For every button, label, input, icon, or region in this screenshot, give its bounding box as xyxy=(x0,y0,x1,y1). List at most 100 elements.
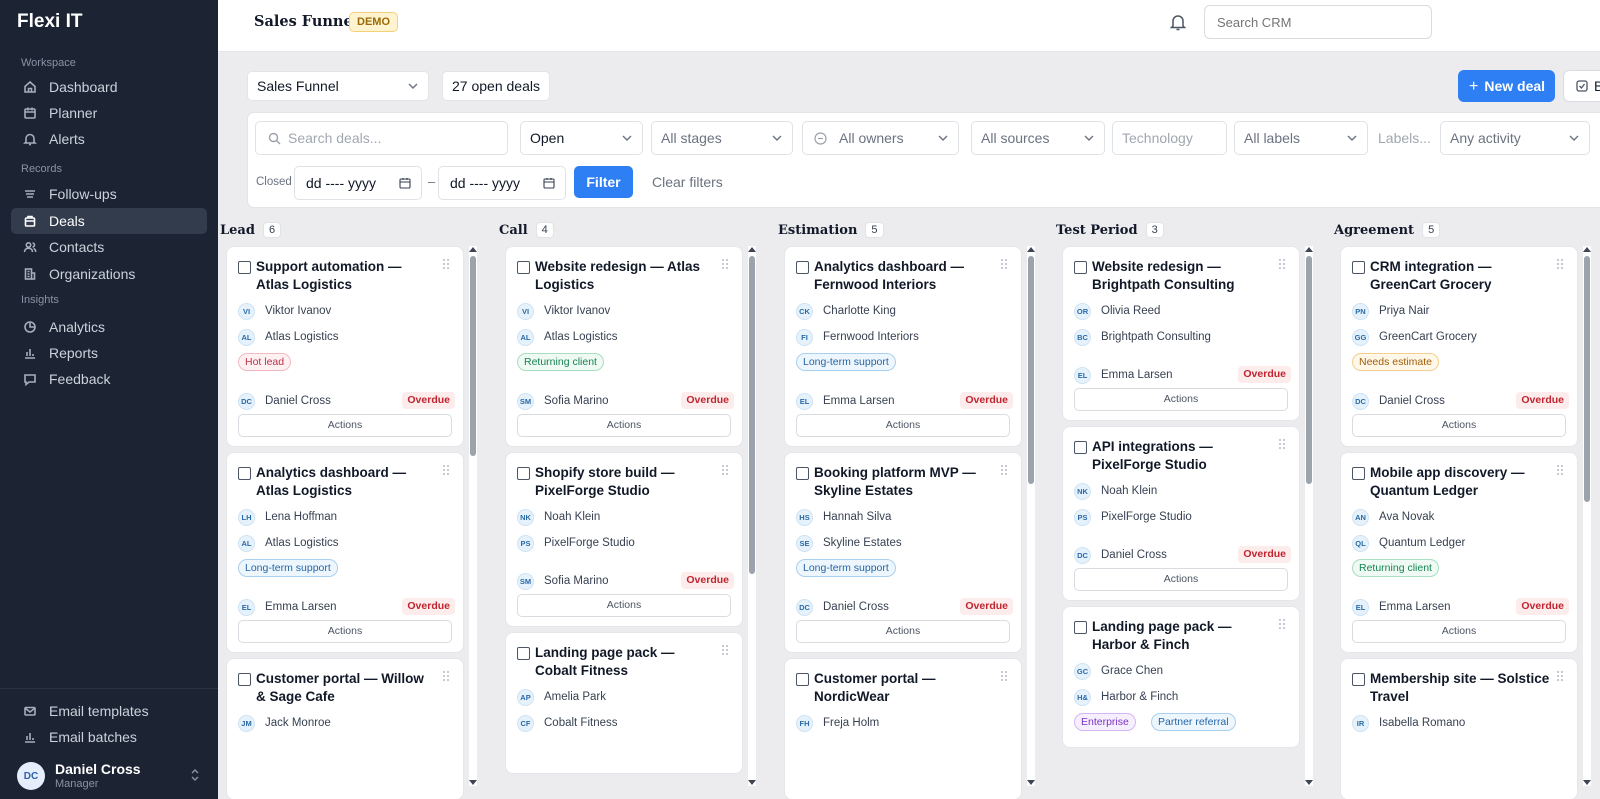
deal-card[interactable]: Booking platform MVP — Skyline Estates HS… xyxy=(785,453,1021,652)
drag-handle-icon[interactable] xyxy=(443,671,449,681)
stages-select[interactable]: All stages xyxy=(651,121,793,155)
deal-checkbox[interactable] xyxy=(238,261,251,274)
scroll-up-arrow-icon[interactable] xyxy=(469,246,477,252)
pipeline-select[interactable]: Sales Funnel xyxy=(247,71,429,101)
deal-checkbox[interactable] xyxy=(1074,261,1087,274)
drag-handle-icon[interactable] xyxy=(1001,259,1007,269)
sidebar-item-organizations[interactable]: Organizations xyxy=(11,261,207,287)
deal-card[interactable]: Website redesign — Brightpath Consulting… xyxy=(1063,247,1299,420)
drag-handle-icon[interactable] xyxy=(443,465,449,475)
filter-button[interactable]: Filter xyxy=(574,166,633,198)
column-scrollbar[interactable] xyxy=(748,246,756,786)
deal-title[interactable]: Membership site — Solstice Travel xyxy=(1370,670,1550,705)
actions-button[interactable]: Actions xyxy=(517,414,731,437)
deal-card[interactable]: Membership site — Solstice Travel IR Isabe… xyxy=(1341,659,1577,799)
scroll-down-arrow-icon[interactable] xyxy=(748,780,756,786)
deal-title[interactable]: API integrations — PixelForge Studio xyxy=(1092,438,1272,473)
actions-button[interactable]: Actions xyxy=(1352,620,1566,643)
actions-button[interactable]: Actions xyxy=(238,620,452,643)
actions-button[interactable]: Actions xyxy=(517,594,731,617)
sidebar-item-email-templates[interactable]: Email templates xyxy=(11,698,207,724)
sidebar-item-dashboard[interactable]: Dashboard xyxy=(11,74,207,100)
notifications-bell-icon[interactable] xyxy=(1169,12,1187,32)
new-deal-button[interactable]: + New deal xyxy=(1458,70,1555,102)
user-menu[interactable]: DC Daniel Cross Manager xyxy=(17,760,207,792)
closed-to-date[interactable]: dd ---- yyyy xyxy=(438,166,566,200)
bulk-action-button[interactable]: B xyxy=(1563,70,1600,102)
deal-card[interactable]: Customer portal — Willow & Sage Cafe JM Ja… xyxy=(227,659,463,799)
scroll-up-arrow-icon[interactable] xyxy=(1305,246,1313,252)
deal-checkbox[interactable] xyxy=(1352,673,1365,686)
scroll-thumb[interactable] xyxy=(1028,256,1034,484)
deal-card[interactable]: Support automation — Atlas Logistics VI Vi… xyxy=(227,247,463,446)
column-scrollbar[interactable] xyxy=(469,246,477,786)
status-select[interactable]: Open xyxy=(520,121,643,155)
deal-checkbox[interactable] xyxy=(1352,467,1365,480)
actions-button[interactable]: Actions xyxy=(238,414,452,437)
deal-title[interactable]: Shopify store build — PixelForge Studio xyxy=(535,464,715,499)
deal-card[interactable]: Analytics dashboard — Fernwood Interiors… xyxy=(785,247,1021,446)
drag-handle-icon[interactable] xyxy=(1557,465,1563,475)
scroll-down-arrow-icon[interactable] xyxy=(469,780,477,786)
drag-handle-icon[interactable] xyxy=(1557,259,1563,269)
actions-button[interactable]: Actions xyxy=(1352,414,1566,437)
deal-card[interactable]: Website redesign — Atlas Logistics VI Vikt… xyxy=(506,247,742,446)
deal-card[interactable]: API integrations — PixelForge Studio NK No… xyxy=(1063,427,1299,600)
drag-handle-icon[interactable] xyxy=(722,465,728,475)
drag-handle-icon[interactable] xyxy=(1279,619,1285,629)
deal-title[interactable]: CRM integration — GreenCart Grocery xyxy=(1370,258,1550,293)
search-deals-input[interactable]: Search deals... xyxy=(255,121,508,155)
scroll-up-arrow-icon[interactable] xyxy=(1583,246,1591,252)
deal-checkbox[interactable] xyxy=(796,467,809,480)
deal-card[interactable]: Mobile app discovery — Quantum Ledger AN A… xyxy=(1341,453,1577,652)
sidebar-item-analytics[interactable]: Analytics xyxy=(11,314,207,340)
labels-select[interactable]: All labels xyxy=(1234,121,1368,155)
deal-title[interactable]: Analytics dashboard — Atlas Logistics xyxy=(256,464,436,499)
drag-handle-icon[interactable] xyxy=(1001,465,1007,475)
deal-title[interactable]: Support automation — Atlas Logistics xyxy=(256,258,436,293)
deal-checkbox[interactable] xyxy=(1352,261,1365,274)
owners-select[interactable]: All owners xyxy=(802,121,959,155)
deal-checkbox[interactable] xyxy=(238,467,251,480)
sidebar-item-alerts[interactable]: Alerts xyxy=(11,126,207,152)
sidebar-item-planner[interactable]: Planner xyxy=(11,100,207,126)
sidebar-item-email-batches[interactable]: Email batches xyxy=(11,724,207,750)
actions-button[interactable]: Actions xyxy=(796,620,1010,643)
deal-checkbox[interactable] xyxy=(238,673,251,686)
sources-select[interactable]: All sources xyxy=(971,121,1105,155)
closed-from-date[interactable]: dd ---- yyyy xyxy=(294,166,422,200)
drag-handle-icon[interactable] xyxy=(1001,671,1007,681)
column-scrollbar[interactable] xyxy=(1027,246,1035,786)
drag-handle-icon[interactable] xyxy=(722,645,728,655)
sidebar-item-contacts[interactable]: Contacts xyxy=(11,234,207,260)
technology-input[interactable]: Technology xyxy=(1112,121,1227,155)
deal-title[interactable]: Analytics dashboard — Fernwood Interiors xyxy=(814,258,994,293)
sidebar-item-feedback[interactable]: Feedback xyxy=(11,366,207,392)
drag-handle-icon[interactable] xyxy=(1279,259,1285,269)
actions-button[interactable]: Actions xyxy=(796,414,1010,437)
deal-title[interactable]: Website redesign — Brightpath Consulting xyxy=(1092,258,1272,293)
deal-card[interactable]: Landing page pack — Cobalt Fitness AP Amel… xyxy=(506,633,742,773)
deal-title[interactable]: Booking platform MVP — Skyline Estates xyxy=(814,464,994,499)
actions-button[interactable]: Actions xyxy=(1074,568,1288,591)
deal-card[interactable]: Shopify store build — PixelForge Studio N… xyxy=(506,453,742,626)
scroll-thumb[interactable] xyxy=(1584,256,1590,502)
deal-checkbox[interactable] xyxy=(1074,441,1087,454)
deal-title[interactable]: Website redesign — Atlas Logistics xyxy=(535,258,715,293)
drag-handle-icon[interactable] xyxy=(722,259,728,269)
activity-select[interactable]: Any activity xyxy=(1440,121,1590,155)
deal-card[interactable]: Customer portal — NordicWear FH Freja Holm xyxy=(785,659,1021,799)
deal-title[interactable]: Mobile app discovery — Quantum Ledger xyxy=(1370,464,1550,499)
deal-checkbox[interactable] xyxy=(796,673,809,686)
scroll-down-arrow-icon[interactable] xyxy=(1027,780,1035,786)
drag-handle-icon[interactable] xyxy=(1279,439,1285,449)
deal-title[interactable]: Customer portal — NordicWear xyxy=(814,670,994,705)
deal-card[interactable]: Landing page pack — Harbor & Finch GC Grac… xyxy=(1063,607,1299,747)
sidebar-item-follow-ups[interactable]: Follow-ups xyxy=(11,181,207,207)
deal-title[interactable]: Customer portal — Willow & Sage Cafe xyxy=(256,670,436,705)
sidebar-item-reports[interactable]: Reports xyxy=(11,340,207,366)
scroll-thumb[interactable] xyxy=(749,256,755,574)
deal-checkbox[interactable] xyxy=(796,261,809,274)
deal-checkbox[interactable] xyxy=(517,467,530,480)
clear-filters-button[interactable]: Clear filters xyxy=(652,174,723,190)
